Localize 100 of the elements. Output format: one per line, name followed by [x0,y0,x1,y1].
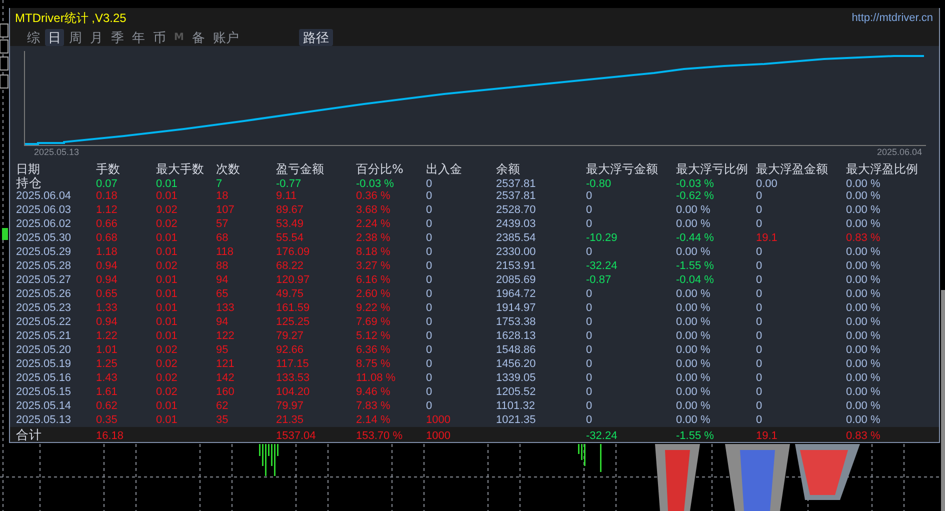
table-cell: 0.00 % [846,316,880,328]
table-cell: 0 [586,190,592,202]
period-tab[interactable]: 月 [87,28,106,46]
table-cell: 0.00 % [846,344,880,356]
period-tab[interactable]: 账户 [210,28,242,46]
table-cell: -1.55 % [676,430,714,442]
column-header: 出入金 [426,161,463,178]
table-cell: 0.00 % [676,316,710,328]
period-tab[interactable]: 季 [108,28,127,46]
table-cell: 0.00 % [846,386,880,398]
row-label: 2025.05.26 [16,288,72,300]
column-header: 手数 [96,161,121,178]
period-tab[interactable]: 综 [24,28,43,46]
table-cell: 1628.13 [496,330,536,342]
path-button[interactable]: 路径 [298,28,333,46]
table-cell: -0.77 [276,178,302,190]
table-cell: 0 [756,358,762,370]
table-cell: 142 [216,372,234,384]
table-cell: 0 [586,372,592,384]
row-label: 2025.05.20 [16,344,72,356]
side-toolbar-button[interactable] [0,24,8,38]
side-toolbar-button[interactable] [0,56,8,70]
table-cell: 117.15 [276,358,309,370]
row-label: 2025.05.13 [16,414,72,426]
table-cell: 8.75 % [356,358,390,370]
table-cell: 49.75 [276,288,304,300]
table-cell: 0.00 % [846,190,880,202]
table-cell: 0.00 % [676,204,710,216]
table-cell: 79.97 [276,400,304,412]
table-cell: 0.00 % [846,400,880,412]
table-cell: 0.01 [156,330,178,342]
table-cell: 95 [216,344,228,356]
table-cell: 0.83 % [846,430,880,442]
table-cell: 125.25 [276,316,310,328]
table-cell: 0.00 % [676,302,710,314]
table-cell: 1.25 [96,358,118,370]
table-cell: 0.01 [156,190,178,202]
table-cell: 0.01 [156,232,178,244]
table-cell: 1.61 [96,386,118,398]
table-cell: 1914.97 [496,302,536,314]
table-cell: 0.02 [156,218,178,230]
chart-end-date: 2025.06.04 [876,147,922,157]
table-cell: 9.11 [276,190,297,202]
table-cell: 107 [216,204,234,216]
period-tab[interactable]: 币 [150,28,169,46]
period-tab[interactable]: 年 [129,28,148,46]
table-cell: 88 [216,260,228,272]
table-cell: -10.29 [586,232,618,244]
table-cell: 0.36 % [356,190,390,202]
table-cell: 57 [216,218,228,230]
row-label: 2025.06.02 [16,218,72,230]
table-cell: 65 [216,288,228,300]
table-cell: 160 [216,386,234,398]
table-cell: 0 [756,274,762,286]
table-cell: 1000 [426,414,450,426]
table-cell: 21.35 [276,414,304,426]
window-title: MTDriver统计 ,V3.25 [15,10,126,27]
table-cell: 0.00 % [676,288,710,300]
table-cell: 92.66 [276,344,304,356]
table-cell: 0.00 % [846,302,880,314]
table-cell: 0.00 % [676,330,710,342]
table-cell: 7.83 % [356,400,390,412]
table-cell: 0.02 [156,358,178,370]
table-cell: 2330.00 [496,246,536,258]
table-cell: 7.69 % [356,316,390,328]
table-cell: 0.02 [156,204,178,216]
table-cell: 0 [586,344,592,356]
table-cell: 0 [426,178,432,190]
table-cell: 121 [216,358,234,370]
table-cell: 1021.35 [496,414,536,426]
table-cell: 2385.54 [496,232,536,244]
table-cell: 153.70 % [356,430,402,442]
table-cell: 0 [756,302,762,314]
table-cell: 1339.05 [496,372,536,384]
table-cell: 94 [216,274,228,286]
table-cell: 133.53 [276,372,310,384]
table-cell: 18 [216,190,228,202]
website-link[interactable]: http://mtdriver.cn [852,12,933,24]
side-toolbar-button[interactable] [0,74,8,88]
row-label: 2025.05.22 [16,316,72,328]
table-cell: 0 [426,344,432,356]
period-tab[interactable]: 日 [45,28,64,46]
table-cell: 0 [586,400,592,412]
table-cell: 55.54 [276,232,304,244]
table-cell: 0.01 [156,400,178,412]
table-cell: 0.00 % [676,218,710,230]
table-cell: 0.02 [156,372,178,384]
table-cell: 1.18 [96,246,118,258]
side-toolbar-button[interactable] [0,40,8,54]
table-cell: 3.27 % [356,260,390,272]
price-bar [2,228,8,240]
row-label: 2025.06.04 [16,190,72,202]
column-header: 最大手数 [156,161,205,178]
table-cell: 0.62 [96,400,118,412]
price-bars [259,444,278,476]
table-cell: 0.83 % [846,232,880,244]
table-cell: 35 [216,414,228,426]
period-tab[interactable]: 周 [66,28,85,46]
table-cell: 0.01 [156,246,178,258]
period-tab[interactable]: 备 [188,28,208,46]
